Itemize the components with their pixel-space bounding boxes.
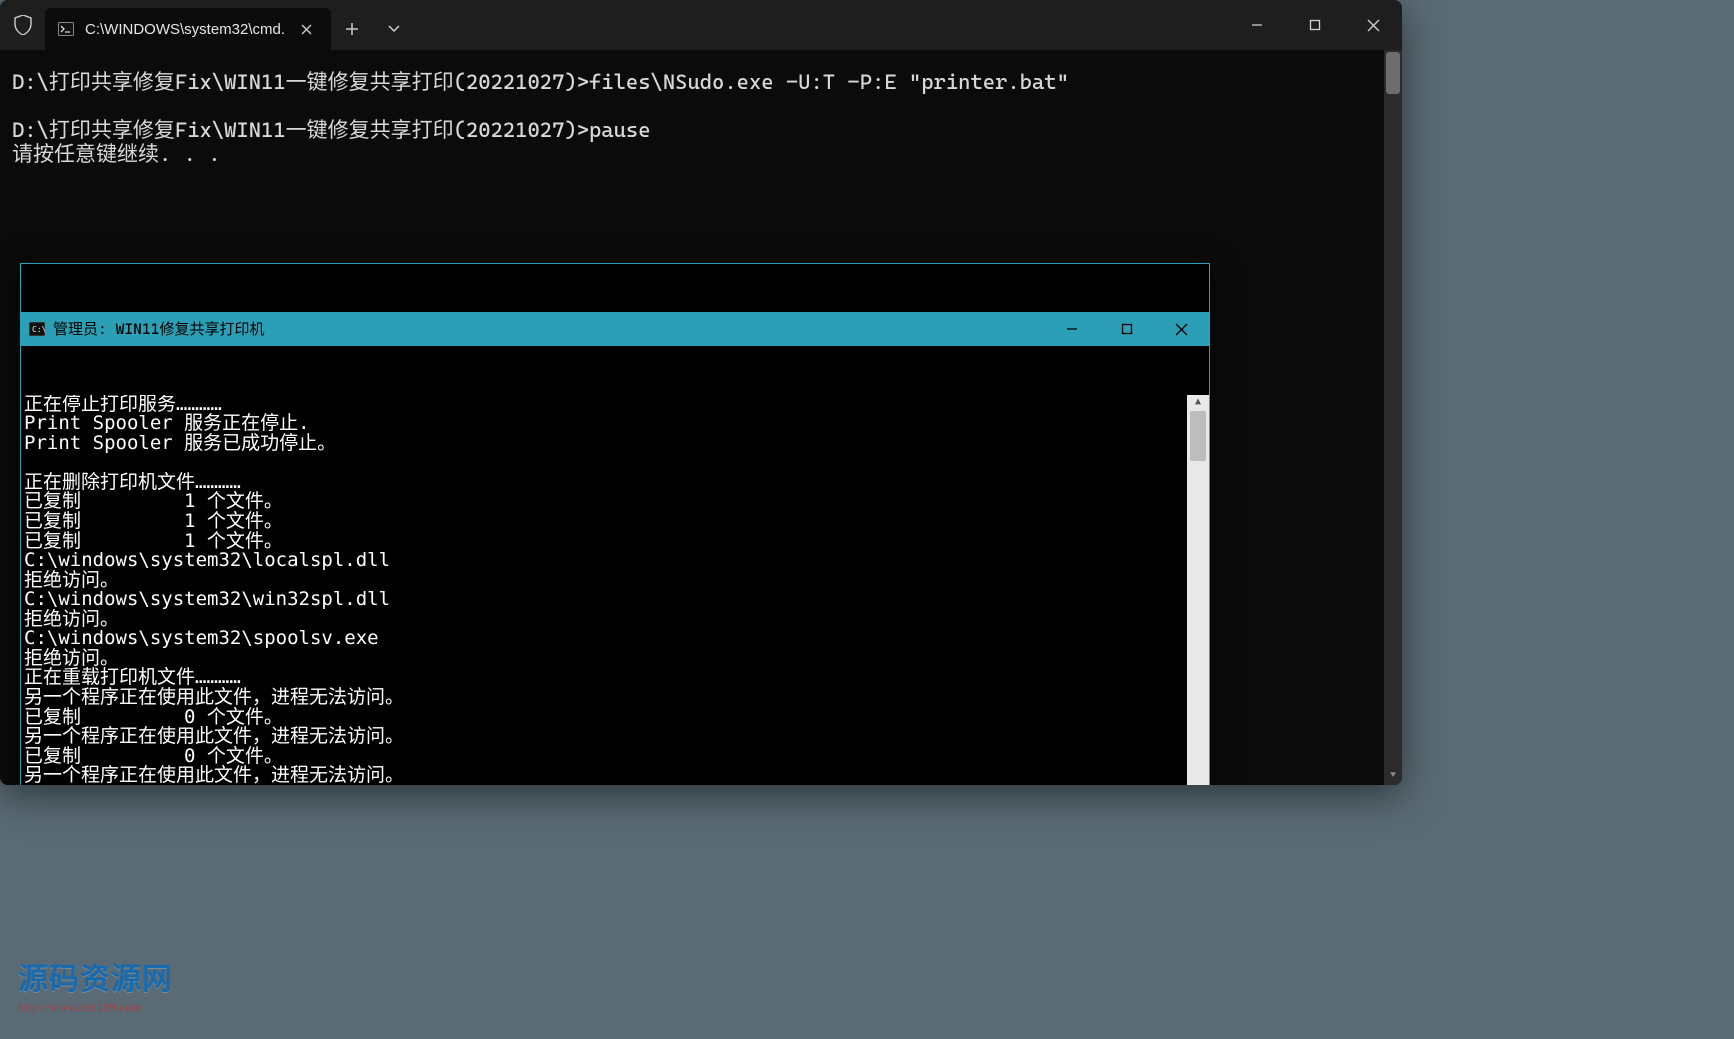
watermark-url: http://www.net189.com	[18, 1000, 173, 1015]
maximize-icon	[1309, 19, 1321, 31]
cmd-line: 另一个程序正在使用此文件，进程无法访问。	[24, 764, 404, 785]
shield-icon	[0, 0, 45, 50]
close-window-button[interactable]	[1344, 0, 1402, 50]
close-icon	[1367, 19, 1380, 32]
scrollbar-thumb[interactable]	[1190, 411, 1206, 461]
watermark-text: 源码资源网	[18, 963, 173, 996]
minimize-icon	[1251, 19, 1263, 31]
cmd-maximize-button[interactable]	[1099, 312, 1154, 346]
maximize-button[interactable]	[1286, 0, 1344, 50]
terminal-scrollbar[interactable]: ▲ ▼	[1384, 50, 1402, 785]
terminal-tab-title: C:\WINDOWS\system32\cmd.	[85, 21, 285, 38]
tab-dropdown-button[interactable]	[373, 8, 415, 50]
cmd-line: Print Spooler 服务已成功停止。	[24, 432, 336, 454]
windows-terminal-window: C:\WINDOWS\system32\cmd. D:\打印共享修复Fix\WI…	[0, 0, 1402, 785]
titlebar-spacer[interactable]	[415, 0, 1228, 50]
svg-text:C:\: C:\	[32, 325, 45, 334]
cmd-icon	[57, 20, 75, 38]
cmd-icon: C:\	[27, 319, 47, 339]
cmd-window: C:\ 管理员: WIN11修复共享打印机 正在停止打印服务………… Print…	[20, 263, 1210, 785]
close-icon	[301, 24, 312, 35]
scroll-up-button[interactable]: ▲	[1187, 395, 1209, 411]
cmd-titlebar[interactable]: C:\ 管理员: WIN11修复共享打印机	[21, 312, 1209, 346]
cmd-minimize-button[interactable]	[1044, 312, 1099, 346]
terminal-line: 请按任意键继续. . .	[12, 142, 221, 166]
terminal-body[interactable]: D:\打印共享修复Fix\WIN11一键修复共享打印(20221027)>fil…	[0, 50, 1402, 785]
tab-close-button[interactable]	[295, 18, 317, 40]
terminal-line: D:\打印共享修复Fix\WIN11一键修复共享打印(20221027)>pau…	[12, 118, 651, 142]
cmd-scrollbar[interactable]: ▲ ▼	[1187, 395, 1209, 785]
cmd-close-button[interactable]	[1154, 312, 1209, 346]
cmd-window-title: 管理员: WIN11修复共享打印机	[53, 321, 1044, 338]
maximize-icon	[1121, 323, 1133, 335]
scrollbar-thumb[interactable]	[1386, 52, 1400, 94]
scroll-down-button[interactable]: ▼	[1384, 767, 1402, 785]
terminal-titlebar[interactable]: C:\WINDOWS\system32\cmd.	[0, 0, 1402, 50]
cmd-body[interactable]: 正在停止打印服务………… Print Spooler 服务正在停止. Print…	[21, 395, 1209, 785]
new-tab-button[interactable]	[331, 8, 373, 50]
watermark: 源码资源网 http://www.net189.com	[18, 954, 173, 1015]
terminal-line: D:\打印共享修复Fix\WIN11一键修复共享打印(20221027)>fil…	[12, 70, 1069, 94]
cmd-line: 已复制 0 个文件。	[24, 784, 283, 785]
close-icon	[1175, 323, 1188, 336]
plus-icon	[345, 22, 359, 36]
chevron-down-icon	[388, 25, 400, 33]
minimize-icon	[1066, 323, 1078, 335]
terminal-tab[interactable]: C:\WINDOWS\system32\cmd.	[45, 8, 331, 50]
minimize-button[interactable]	[1228, 0, 1286, 50]
